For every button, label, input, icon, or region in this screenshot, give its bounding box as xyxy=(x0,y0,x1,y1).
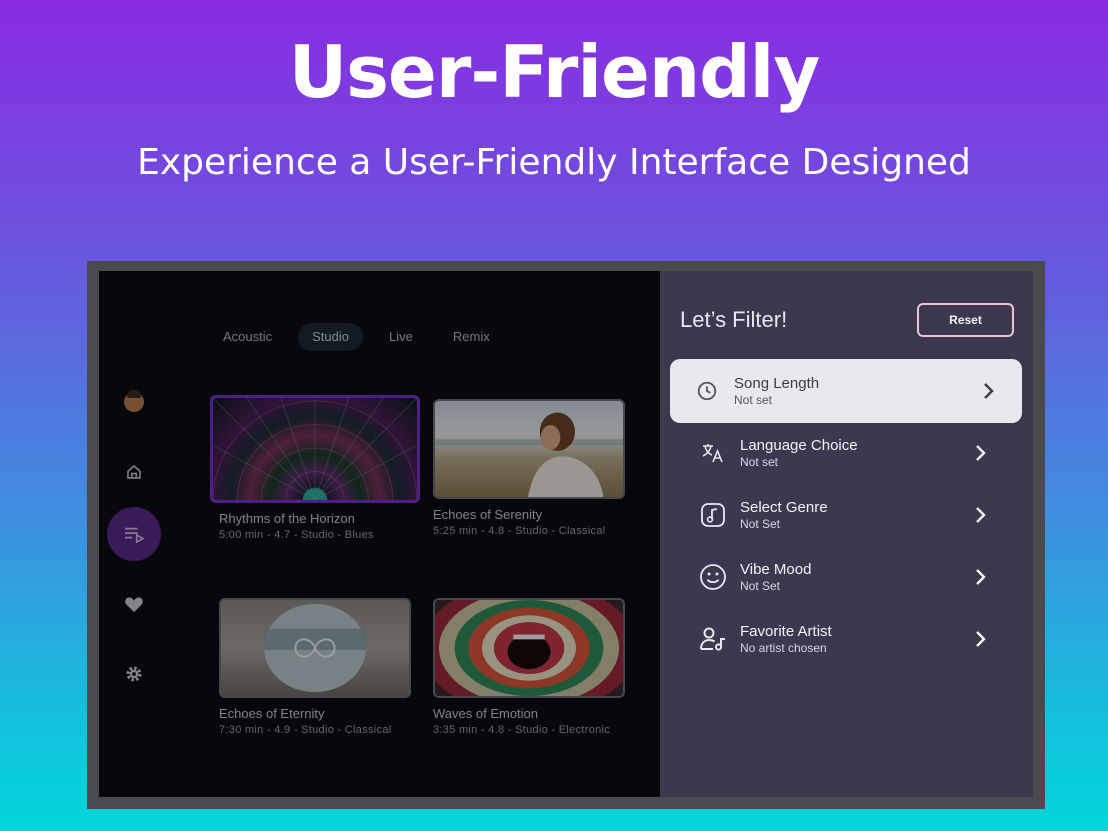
tab-studio[interactable]: Studio xyxy=(298,323,364,351)
filter-label: Song Length xyxy=(734,375,820,392)
filter-value: No artist chosen xyxy=(740,641,827,655)
sidebar-item-favorites[interactable] xyxy=(107,577,161,631)
category-tabs: Acoustic Studio Live Remix xyxy=(209,323,504,353)
filter-select-genre[interactable]: Select Genre Not Set xyxy=(670,484,1022,546)
reset-button[interactable]: Reset xyxy=(917,303,1014,337)
filter-favorite-artist[interactable]: Favorite Artist No artist chosen xyxy=(670,608,1022,670)
song-card[interactable]: Waves of Emotion 3:35 min - 4.8 - Studio… xyxy=(433,598,625,738)
filter-label: Language Choice xyxy=(740,437,858,454)
filter-label: Select Genre xyxy=(740,499,828,516)
filter-title: Let’s Filter! xyxy=(680,307,788,332)
chevron-right-icon xyxy=(968,630,992,648)
chevron-right-icon xyxy=(968,444,992,462)
avatar-icon xyxy=(124,390,144,412)
chevron-right-icon xyxy=(968,506,992,524)
song-meta: 3:35 min - 4.8 - Studio - Electronic xyxy=(433,724,611,736)
song-meta: 5:25 min - 4.8 - Studio - Classical xyxy=(433,525,606,537)
chevron-right-icon xyxy=(976,382,1000,400)
heart-icon xyxy=(125,597,143,613)
music-note-icon xyxy=(698,500,728,530)
filter-value: Not set xyxy=(734,393,773,407)
filter-label: Vibe Mood xyxy=(740,561,812,578)
home-icon xyxy=(127,465,141,479)
portrait-art xyxy=(435,412,623,497)
song-meta: 5:00 min - 4.7 - Studio - Blues xyxy=(219,529,374,541)
artist-icon xyxy=(698,624,728,654)
pattern-art xyxy=(213,398,417,500)
abstract-mouth-art xyxy=(435,600,623,696)
hero-subtitle: Experience a User-Friendly Interface Des… xyxy=(137,142,971,183)
song-thumbnail xyxy=(219,598,411,698)
filter-label: Favorite Artist xyxy=(740,623,832,640)
song-title: Waves of Emotion xyxy=(433,706,539,721)
sidebar-item-settings[interactable] xyxy=(107,647,161,701)
song-thumbnail xyxy=(210,395,420,503)
sidebar-item-profile[interactable] xyxy=(107,375,161,429)
translate-icon xyxy=(698,438,728,468)
song-thumbnail xyxy=(433,399,625,499)
tab-remix[interactable]: Remix xyxy=(439,323,504,351)
tab-live[interactable]: Live xyxy=(375,323,427,351)
tv-screen: Acoustic Studio Live Remix Rhythms of th… xyxy=(99,271,1033,797)
song-card[interactable]: Echoes of Serenity 5:25 min - 4.8 - Stud… xyxy=(433,399,625,539)
song-title: Echoes of Eternity xyxy=(219,706,325,721)
tv-frame: Acoustic Studio Live Remix Rhythms of th… xyxy=(87,261,1045,809)
sidebar-item-playlist[interactable] xyxy=(107,507,161,561)
hero-title: User-Friendly xyxy=(288,30,821,114)
song-title: Echoes of Serenity xyxy=(433,507,543,522)
infinity-art xyxy=(264,603,366,693)
filter-value: Not Set xyxy=(740,517,781,531)
smiley-icon xyxy=(698,562,728,592)
song-card[interactable]: Echoes of Eternity 7:30 min - 4.9 - Stud… xyxy=(219,598,411,738)
song-thumbnail xyxy=(433,598,625,698)
filter-value: Not Set xyxy=(740,579,781,593)
song-meta: 7:30 min - 4.9 - Studio - Classical xyxy=(219,724,392,736)
filter-song-length[interactable]: Song Length Not set xyxy=(670,359,1022,423)
gear-icon xyxy=(126,666,142,682)
filter-value: Not set xyxy=(740,455,779,469)
chevron-right-icon xyxy=(968,568,992,586)
playlist-icon xyxy=(125,527,145,543)
filter-vibe-mood[interactable]: Vibe Mood Not Set xyxy=(670,546,1022,608)
tab-acoustic[interactable]: Acoustic xyxy=(209,323,286,351)
sidebar xyxy=(99,271,169,797)
filter-language-choice[interactable]: Language Choice Not set xyxy=(670,422,1022,484)
clock-icon xyxy=(692,376,722,406)
sidebar-item-home[interactable] xyxy=(107,445,161,499)
song-card[interactable]: Rhythms of the Horizon 5:00 min - 4.7 - … xyxy=(210,395,420,543)
content-pane: Acoustic Studio Live Remix Rhythms of th… xyxy=(99,271,660,797)
song-title: Rhythms of the Horizon xyxy=(219,511,355,526)
filter-panel: Let’s Filter! Reset Song Length Not set xyxy=(660,271,1033,797)
